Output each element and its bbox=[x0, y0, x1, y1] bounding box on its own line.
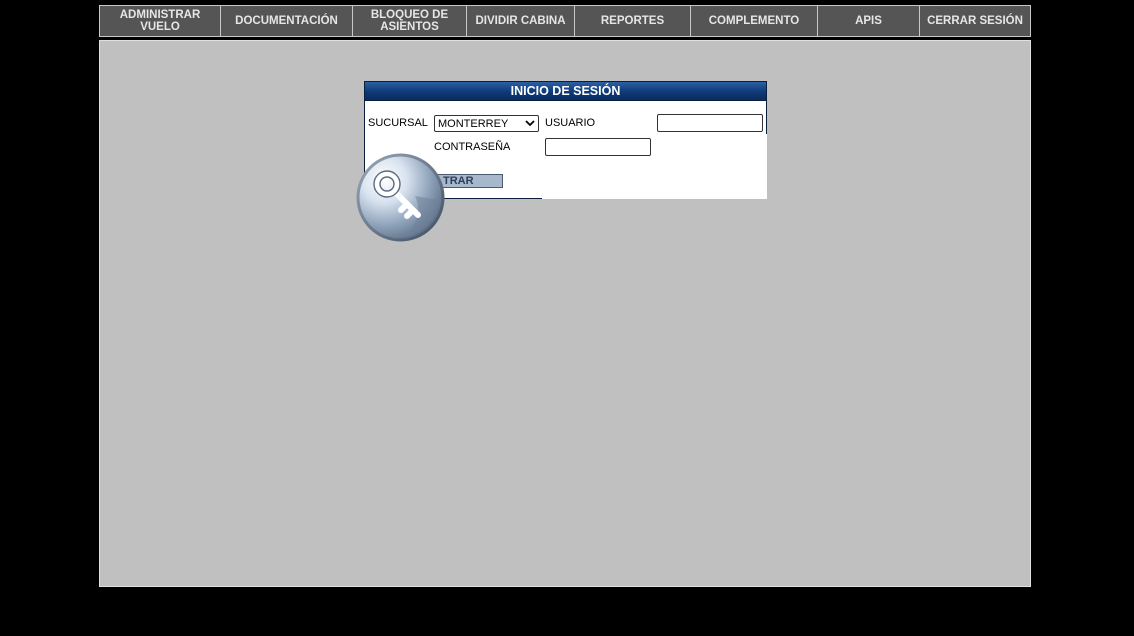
nav-administrar-vuelo[interactable]: ADMINISTRAR VUELO bbox=[100, 6, 221, 36]
nav-reportes[interactable]: REPORTES bbox=[575, 6, 691, 36]
sucursal-select[interactable]: MONTERREY bbox=[434, 115, 539, 132]
sucursal-selected-value: MONTERREY bbox=[438, 117, 509, 130]
sucursal-label: SUCURSAL bbox=[368, 117, 428, 129]
nav-documentacion[interactable]: DOCUMENTACIÓN bbox=[221, 6, 353, 36]
nav-dividir-cabina[interactable]: DIVIDIR CABINA bbox=[467, 6, 575, 36]
chevron-down-icon bbox=[525, 118, 535, 130]
panel-border bbox=[766, 101, 767, 134]
usuario-input[interactable] bbox=[657, 114, 763, 132]
usuario-label: USUARIO bbox=[545, 117, 596, 129]
contrasena-input[interactable] bbox=[545, 138, 651, 156]
nav-complemento[interactable]: COMPLEMENTO bbox=[691, 6, 818, 36]
main-nav: ADMINISTRAR VUELO DOCUMENTACIÓN BLOQUEO … bbox=[99, 5, 1031, 37]
nav-apis[interactable]: APIS bbox=[818, 6, 920, 36]
nav-bloqueo-de-asientos[interactable]: BLOQUEO DE ASIENTOS bbox=[353, 6, 467, 36]
entrar-button-label: TRAR bbox=[443, 175, 474, 187]
nav-cerrar-sesion[interactable]: CERRAR SESIÓN bbox=[920, 6, 1030, 36]
key-icon bbox=[355, 152, 446, 243]
login-title: INICIO DE SESIÓN bbox=[364, 81, 767, 101]
